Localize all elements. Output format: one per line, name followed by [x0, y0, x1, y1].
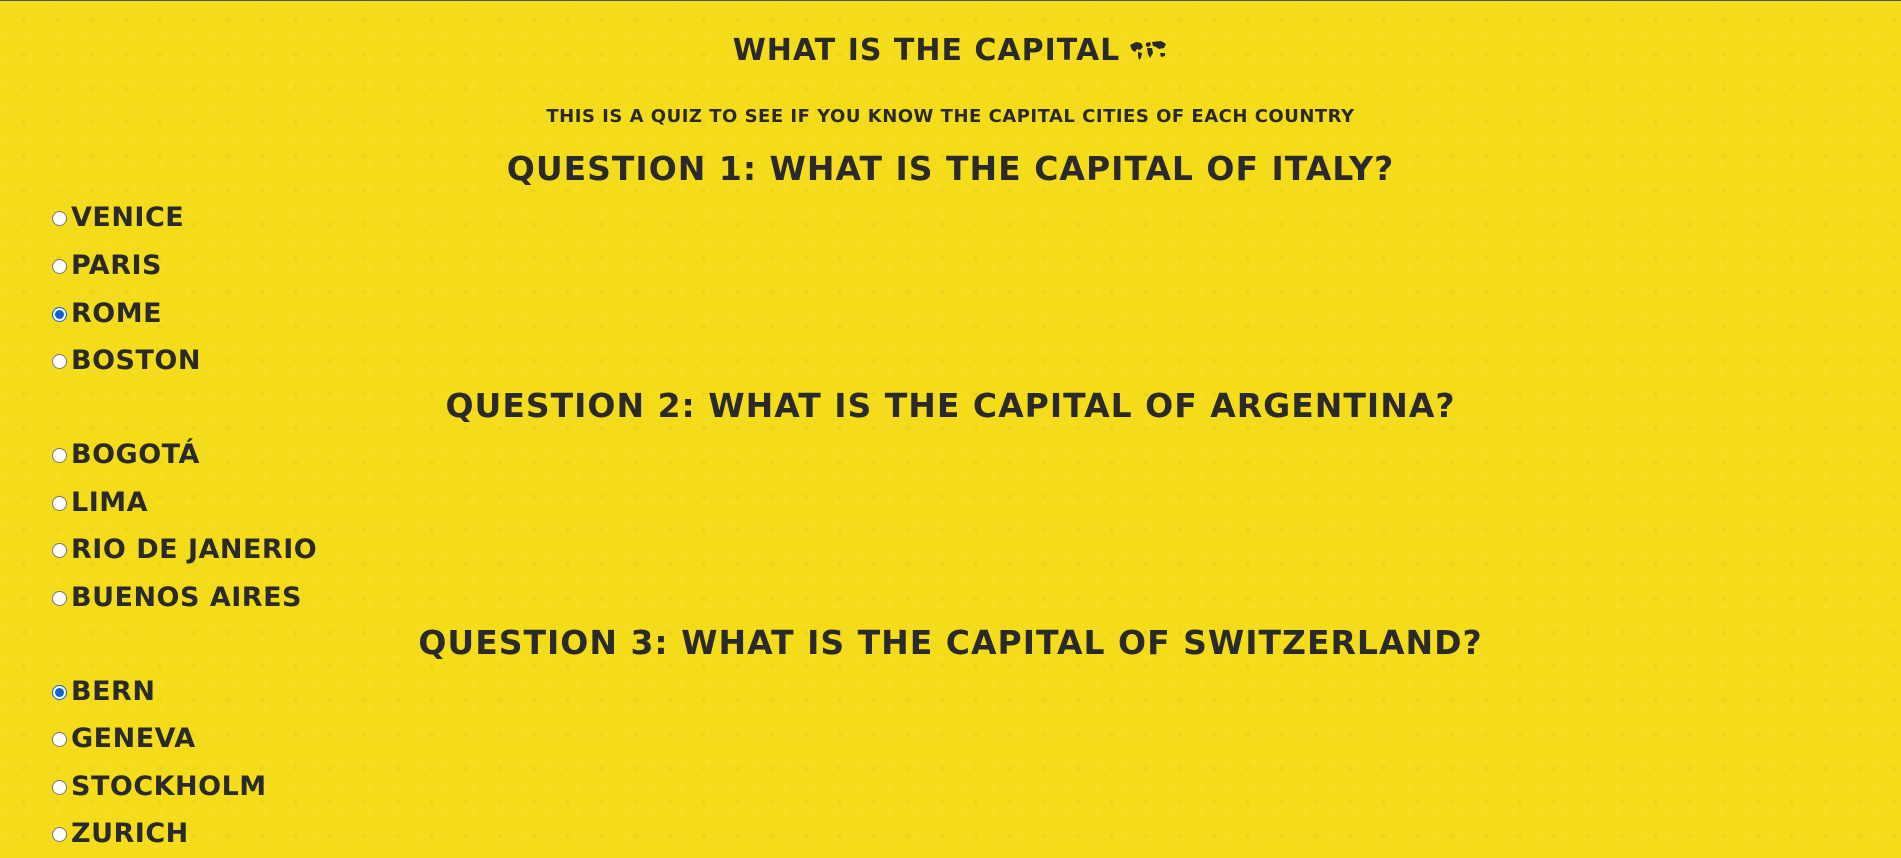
question-1-heading: Question 1: What is the capital of Italy… [506, 149, 1395, 188]
option-label: Rome [71, 298, 163, 329]
q3-option-stockholm-radio[interactable] [52, 779, 67, 795]
q3-option-bern[interactable]: Bern [52, 677, 155, 707]
page-subtitle: This is a quiz to see if you know the ca… [546, 106, 1355, 127]
q2-option-rio-de-janerio-radio[interactable] [52, 542, 67, 558]
q2-option-lima-radio[interactable] [52, 495, 67, 511]
q2-option-lima[interactable]: Lima [52, 488, 148, 518]
q1-option-venice-radio[interactable] [52, 210, 67, 226]
q2-option-buenos-aires-radio[interactable] [52, 590, 67, 606]
option-label: Boston [71, 345, 201, 376]
q1-option-paris[interactable]: Paris [52, 251, 162, 281]
page-title: What is the capital [0, 31, 1901, 72]
q2-option-buenos-aires[interactable]: Buenos Aires [52, 583, 302, 613]
page-title-text: What is the capital [732, 33, 1121, 68]
q1-option-venice[interactable]: Venice [52, 203, 184, 233]
option-label: Buenos Aires [71, 582, 302, 613]
q3-option-zurich-radio[interactable] [52, 826, 67, 842]
option-label: Lima [71, 487, 149, 518]
option-label: Geneva [71, 723, 196, 754]
q3-option-geneva-radio[interactable] [52, 731, 67, 747]
q1-option-rome-radio[interactable] [52, 306, 67, 322]
option-label: Stockholm [71, 771, 267, 802]
q2-option-bogota[interactable]: Bogotá [52, 440, 200, 470]
q2-option-bogota-radio[interactable] [52, 447, 67, 463]
option-label: Paris [71, 250, 162, 281]
q1-option-paris-radio[interactable] [52, 258, 67, 274]
question-3-heading: Question 3: What is the capital of Switz… [418, 623, 1483, 662]
q2-option-rio-de-janerio[interactable]: Rio de Janerio [52, 535, 317, 565]
option-label: Bern [71, 676, 156, 707]
world-map-icon [1128, 32, 1168, 72]
option-label: Zurich [71, 818, 189, 849]
q3-option-zurich[interactable]: Zurich [52, 819, 189, 849]
q3-option-bern-radio[interactable] [52, 684, 67, 700]
q1-option-rome[interactable]: Rome [52, 299, 162, 329]
q1-option-boston[interactable]: Boston [52, 346, 201, 376]
q3-option-geneva[interactable]: Geneva [52, 724, 196, 754]
option-label: Venice [71, 202, 185, 233]
q3-option-stockholm[interactable]: Stockholm [52, 772, 267, 802]
option-label: Rio de Janerio [71, 534, 318, 565]
option-label: Bogotá [71, 439, 200, 470]
q1-option-boston-radio[interactable] [52, 353, 67, 369]
question-2-heading: Question 2: What is the capital of Argen… [445, 386, 1456, 425]
